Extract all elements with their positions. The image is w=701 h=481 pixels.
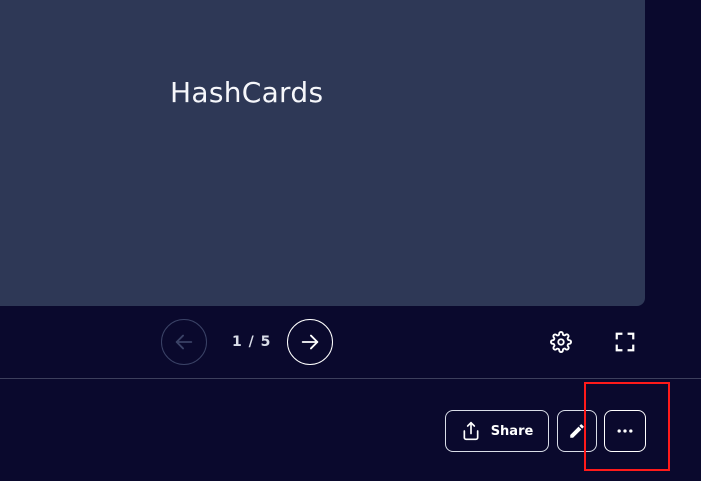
share-button-label: Share — [490, 423, 534, 439]
edit-button[interactable] — [557, 410, 597, 452]
settings-button[interactable] — [547, 328, 575, 356]
fullscreen-button[interactable] — [611, 328, 639, 356]
share-button[interactable]: Share — [445, 410, 549, 452]
pencil-icon — [570, 424, 584, 438]
share-icon — [463, 421, 479, 441]
fullscreen-icon — [615, 332, 635, 352]
flashcard-term: HashCards — [170, 76, 324, 109]
gear-icon — [550, 331, 572, 353]
more-options-button[interactable] — [604, 410, 646, 452]
flashcard[interactable]: HashCards — [0, 0, 645, 306]
previous-card-button[interactable] — [161, 319, 207, 365]
more-horizontal-icon — [617, 429, 633, 433]
section-divider — [0, 378, 701, 379]
arrow-right-icon — [301, 334, 319, 350]
next-card-button[interactable] — [287, 319, 333, 365]
flashcard-viewer: HashCards 1 / 5 Share — [0, 0, 701, 481]
card-counter: 1 / 5 — [232, 334, 272, 350]
arrow-left-icon — [175, 334, 193, 350]
